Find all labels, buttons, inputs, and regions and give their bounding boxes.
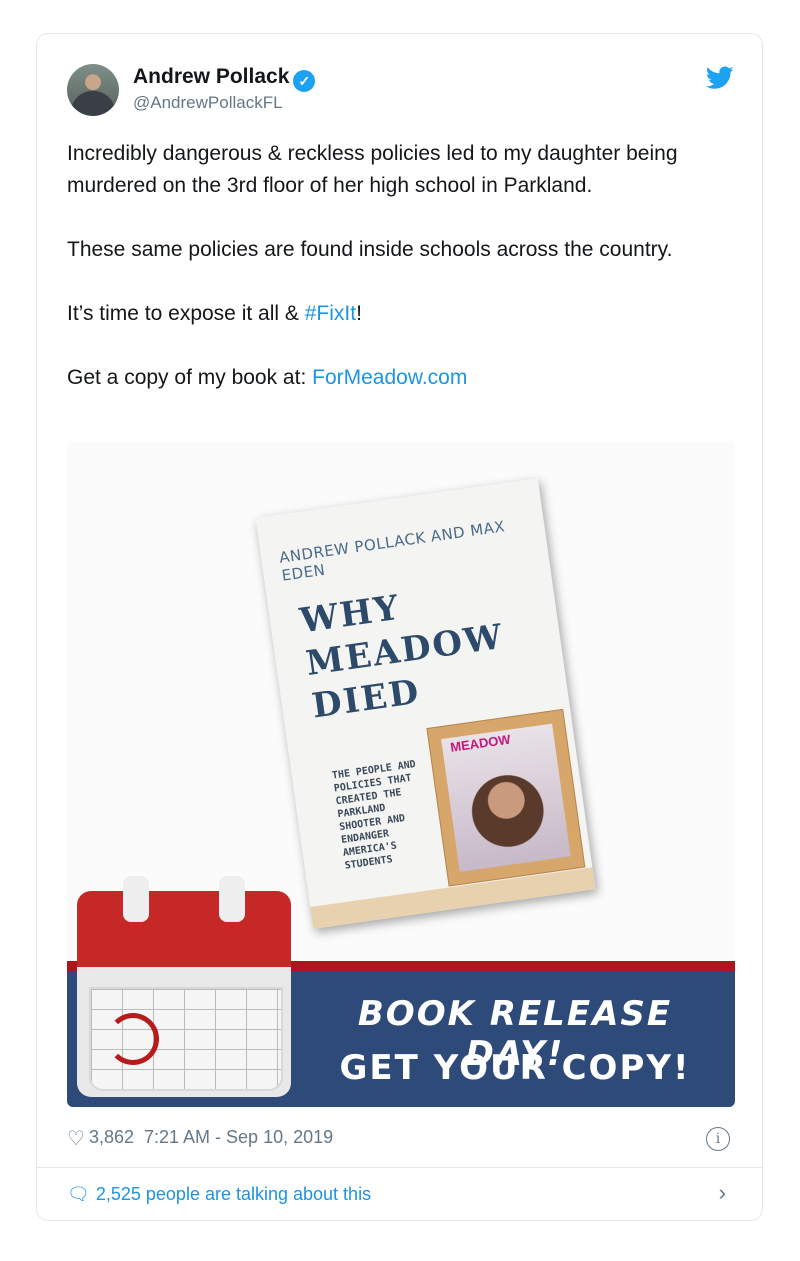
twitter-bird-icon[interactable] [706, 66, 734, 90]
book-authors: ANDREW POLLACK AND MAX EDEN [278, 517, 507, 585]
tweet-card: Andrew Pollack ✓ @AndrewPollackFL Incredi… [36, 33, 763, 1221]
tweet-text: Incredibly dangerous & reckless policies… [67, 138, 737, 426]
book-cover: ANDREW POLLACK AND MAX EDEN WHY MEADOW D… [255, 478, 596, 929]
author-name[interactable]: Andrew Pollack ✓ [133, 65, 316, 92]
tweet-text-span: ! [356, 302, 362, 325]
conversation-text[interactable]: 2,525 people are talking about this [96, 1184, 371, 1204]
calendar-circle-mark [107, 1013, 159, 1065]
divider [37, 1167, 762, 1168]
tweet-text-span: Get a copy of my book at: [67, 366, 313, 389]
photo-frame: MEADOW [426, 708, 586, 887]
like-count[interactable]: 3,862 [89, 1127, 134, 1147]
chevron-right-icon[interactable]: › [719, 1180, 726, 1206]
speech-bubble-icon: 🗨 [67, 1184, 90, 1204]
calendar-ring [123, 876, 149, 922]
calendar-header [77, 891, 291, 967]
promo-line-2: GET YOUR COPY! [339, 1048, 691, 1088]
calendar-ring [219, 876, 245, 922]
verified-badge-icon: ✓ [293, 70, 316, 92]
tweet-text-span: It’s time to expose it all & [67, 302, 305, 325]
timestamp[interactable]: 7:21 AM - Sep 10, 2019 [144, 1127, 333, 1147]
avatar[interactable] [67, 64, 119, 116]
tweet-paragraph: These same policies are found inside sch… [67, 238, 673, 261]
heart-icon[interactable]: ♡ [67, 1126, 85, 1151]
hashtag-link[interactable]: #FixIt [305, 302, 356, 325]
tweet-paragraph: Incredibly dangerous & reckless policies… [67, 142, 678, 197]
author-handle[interactable]: @AndrewPollackFL [133, 93, 283, 113]
tweet-paragraph: Get a copy of my book at: ForMeadow.com [67, 362, 737, 394]
book-title: WHY MEADOW DIED [297, 573, 512, 728]
website-link[interactable]: ForMeadow.com [312, 366, 467, 389]
tweet-media-image[interactable]: ANDREW POLLACK AND MAX EDEN WHY MEADOW D… [67, 441, 735, 1107]
book-subtitle: THE PEOPLE AND POLICIES THAT CREATED THE… [331, 759, 417, 872]
tweet-meta: ♡ 3,862 7:21 AM - Sep 10, 2019 [67, 1126, 333, 1151]
author-name-text[interactable]: Andrew Pollack [133, 65, 289, 88]
conversation-link[interactable]: 🗨 2,525 people are talking about this [67, 1184, 371, 1205]
tweet-paragraph: It’s time to expose it all & #FixIt! [67, 298, 737, 330]
info-icon[interactable]: i [706, 1127, 730, 1151]
calendar-icon [77, 876, 291, 1097]
